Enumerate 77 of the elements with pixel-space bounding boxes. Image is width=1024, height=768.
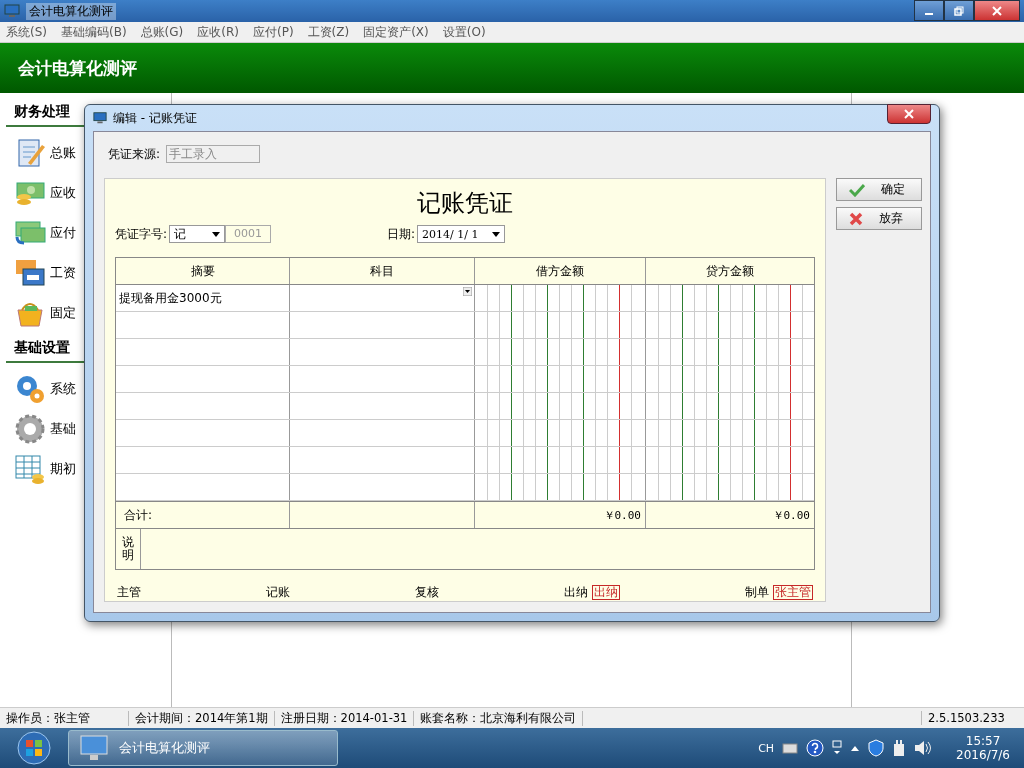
signature-stamp: 出纳 [592,585,620,600]
taskbar-app-button[interactable]: 会计电算化测评 [68,730,338,766]
minimize-icon [925,12,933,15]
dropdown-button[interactable] [463,287,472,296]
window-title: 会计电算化测评 [26,2,116,20]
close-button[interactable] [887,104,931,124]
confirm-button[interactable]: 确定 [836,178,922,201]
sidebar-item[interactable]: 应付 [50,224,76,242]
maximize-button[interactable] [944,0,974,21]
clock-time[interactable]: 15:57 [965,734,1001,748]
voucher-title: 记账凭证 [416,188,514,219]
date-picker[interactable]: 2014/ 1/ 1 [417,225,506,243]
sidebar-item[interactable]: 期初 [50,460,76,478]
status-text: 账套名称：北京海利有限公司 [414,710,584,726]
menu-item[interactable]: 固定资产(X) [363,23,429,41]
monitor-icon [4,3,20,19]
menu-item[interactable]: 应收(R) [197,23,239,41]
checkmark-icon [849,182,865,197]
menu-item[interactable]: 工资(Z) [307,23,350,41]
column-header: 摘要 [190,262,215,280]
column-header: 科目 [370,262,394,280]
signature-label: 记账 [266,584,290,601]
column-header: 借方金额 [536,262,584,280]
clock-date[interactable]: 2016/7/6 [956,748,1010,762]
sidebar-item[interactable]: 应收 [50,184,76,202]
cards-icon[interactable] [14,257,46,289]
field-label: 凭证字号: [115,225,168,243]
column-header: 贷方金额 [706,262,754,280]
help-icon[interactable] [806,739,825,757]
menu-item[interactable]: 应付(P) [252,23,294,41]
restore-icon [954,5,964,16]
caret-down-icon [492,231,501,237]
cross-icon [849,211,863,226]
table-cell[interactable]: 提现备用金3000元 [119,289,222,307]
monitor-icon [79,734,109,762]
sidebar-item[interactable]: 工资 [50,264,76,282]
signature-label: 出纳 [564,584,588,601]
menu-item[interactable]: 设置(O) [442,23,486,41]
sidebar-item[interactable]: 总账 [50,144,76,162]
minimize-button[interactable] [914,0,944,21]
menu-item[interactable]: 基础编码(B) [61,23,127,41]
cancel-button[interactable]: 放弃 [836,207,922,230]
sidebar-item[interactable]: 固定 [50,304,76,322]
signature-label: 制单 [745,584,769,601]
caret-down-icon [212,231,221,237]
signature-label: 复核 [415,584,439,601]
status-text: 会计期间：2014年第1期 [129,710,275,726]
menu-item[interactable]: 总账(G) [140,23,184,41]
close-icon [904,109,914,119]
field-label: 凭证来源: [108,145,161,163]
gear-icon[interactable] [14,413,46,445]
language-indicator[interactable]: CH [758,741,775,755]
field-label: 日期: [387,225,416,243]
menu-item[interactable]: 系统(S) [6,23,47,41]
table-coins-icon[interactable] [14,453,46,485]
signature-label: 主管 [117,584,141,601]
status-text: 2.5.1503.233 [921,711,1024,725]
keyboard-icon[interactable] [782,742,799,754]
caret-up-icon[interactable] [850,744,861,752]
signature-stamp: 张主管 [773,585,813,600]
credit-total: ￥0.00 [772,507,810,523]
voucher-type-dropdown[interactable]: 记 [169,225,226,243]
sidebar-item[interactable]: 系统 [50,380,76,398]
speaker-icon[interactable] [914,740,933,756]
total-label: 合计: [123,506,153,524]
note-label: 说明 [122,535,134,563]
debit-total: ￥0.00 [603,507,641,523]
status-text: 操作员：张主管 [0,710,129,726]
shield-icon[interactable] [868,739,885,757]
power-plug-icon[interactable] [892,739,907,757]
header-title: 会计电算化测评 [18,56,137,80]
close-button[interactable] [974,0,1020,21]
status-text: 注册日期：2014-01-31 [274,710,415,726]
monitor-icon [93,111,107,125]
gears-icon[interactable] [14,373,46,405]
close-icon [992,5,1002,16]
sidebar-item[interactable]: 基础 [50,420,76,438]
